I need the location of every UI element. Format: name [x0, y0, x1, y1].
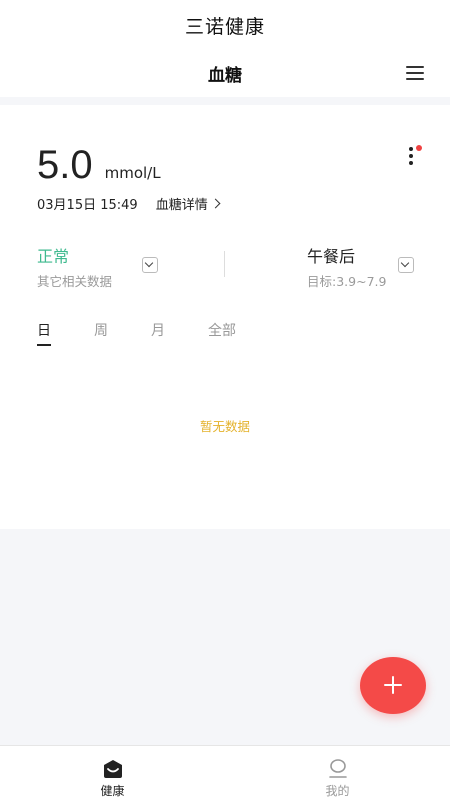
- target-range-label: 目标:3.9~7.9: [307, 274, 387, 289]
- nav-health-label: 健康: [100, 784, 125, 798]
- status-filter[interactable]: 正常 其它相关数据: [37, 243, 112, 290]
- status-dropdown-icon[interactable]: [142, 257, 158, 273]
- reading-meta: 03月15日 15:49 血糖详情: [37, 194, 221, 213]
- glucose-detail-label: 血糖详情: [155, 198, 208, 213]
- menu-icon[interactable]: [406, 66, 424, 80]
- app-title: 三诺健康: [184, 15, 265, 38]
- app-bar: 三诺健康: [0, 0, 450, 50]
- reading-datetime: 03月15日 15:49: [37, 198, 138, 213]
- meal-filter[interactable]: 午餐后 目标:3.9~7.9: [307, 243, 386, 290]
- bottom-nav: 健康 我的: [0, 745, 450, 801]
- status-sub-label: 其它相关数据: [37, 274, 113, 289]
- health-icon: [103, 760, 122, 778]
- meal-label: 午餐后: [307, 247, 356, 266]
- tab-all[interactable]: 全部: [208, 320, 236, 340]
- tab-day[interactable]: 日: [37, 320, 51, 346]
- meal-dropdown-icon[interactable]: [398, 257, 414, 273]
- nav-health[interactable]: 健康: [0, 746, 225, 801]
- more-options-icon[interactable]: [404, 145, 422, 167]
- status-label: 正常: [37, 247, 70, 266]
- nav-profile[interactable]: 我的: [225, 746, 450, 801]
- profile-icon: [328, 759, 347, 778]
- glucose-value: 5.0: [37, 143, 93, 187]
- glucose-unit: mmol/L: [104, 164, 161, 182]
- tab-week[interactable]: 周: [94, 320, 108, 340]
- glucose-reading: 5.0 mmol/L: [37, 143, 161, 188]
- period-tabs: 日 周 月 全部: [37, 320, 279, 346]
- nav-profile-label: 我的: [325, 784, 350, 798]
- notification-dot-icon: [416, 145, 422, 151]
- chevron-right-icon: [210, 198, 221, 209]
- page-header: 血糖: [0, 50, 450, 97]
- glucose-card: 5.0 mmol/L 03月15日 15:49 血糖详情 正常 其它相关数据 午…: [0, 105, 450, 529]
- add-record-button[interactable]: [360, 657, 426, 714]
- tab-month[interactable]: 月: [151, 320, 165, 340]
- page-title: 血糖: [208, 66, 242, 86]
- glucose-detail-link[interactable]: 血糖详情: [155, 194, 221, 213]
- filter-divider: [224, 251, 225, 277]
- empty-state-text: 暂无数据: [199, 419, 250, 434]
